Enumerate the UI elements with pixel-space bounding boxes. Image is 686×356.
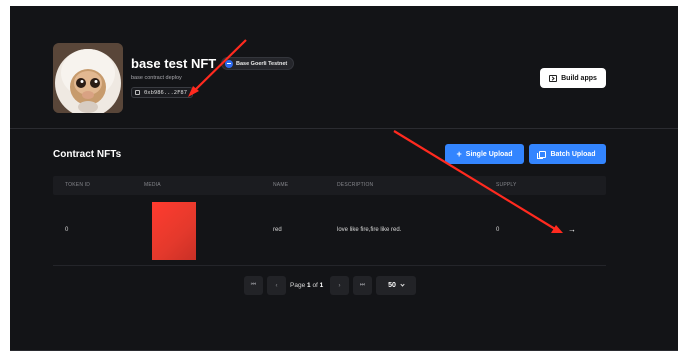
nft-media-thumbnail [152,202,196,260]
batch-upload-label: Batch Upload [550,150,596,158]
current-page: 1 [307,282,311,289]
header-divider [10,128,678,129]
page-indicator: Page 1 of 1 [290,282,323,289]
base-network-icon [225,59,233,68]
cell-token-id: 0 [65,227,69,233]
copy-icon[interactable] [135,90,140,95]
page-size-value: 50 [388,282,396,289]
column-header-description[interactable]: DESCRIPTION [337,182,373,188]
contract-address-chip[interactable]: 0xb986...2F87 [131,87,194,98]
section-title: Contract NFTs [53,149,122,160]
network-badge: Base Goerli Testnet [221,57,295,70]
cell-description: love like fire,fire like red. [337,227,402,233]
next-page-button[interactable]: › [330,276,349,295]
table-header: TOKEN ID MEDIA NAME DESCRIPTION SUPPLY [53,176,606,195]
table-row[interactable]: 0 red love like fire,fire like red. 0 → [53,196,606,266]
build-apps-button[interactable]: Build apps [540,68,606,88]
column-header-media[interactable]: MEDIA [144,182,161,188]
window-edge [10,350,678,351]
contract-address: 0xb986...2F87 [144,89,188,96]
batch-upload-button[interactable]: Batch Upload [529,144,606,164]
arrow-right-icon[interactable]: → [568,225,576,234]
total-pages: 1 [319,282,324,289]
page-label: Page [290,282,306,289]
column-header-name[interactable]: NAME [273,182,288,188]
network-label: Base Goerli Testnet [236,60,288,67]
plus-icon: + [456,148,462,159]
contract-description: base contract deploy [131,75,182,81]
chevron-down-icon [400,282,405,287]
contract-avatar [53,43,123,113]
previous-page-button[interactable]: ‹ [267,276,286,295]
column-header-supply[interactable]: SUPPLY [496,182,517,188]
first-page-button[interactable]: ⏮ [244,276,263,295]
cell-supply: 0 [496,227,500,233]
of-label: of [312,282,318,289]
terminal-icon [549,74,558,82]
page-size-select[interactable]: 50 [376,276,416,295]
single-upload-label: Single Upload [465,150,513,158]
single-upload-button[interactable]: + Single Upload [445,144,524,164]
column-header-token-id[interactable]: TOKEN ID [65,182,90,188]
contract-name: base test NFT [131,56,217,71]
cell-name: red [273,227,282,233]
layers-icon [537,150,547,159]
build-apps-label: Build apps [561,74,597,82]
last-page-button[interactable]: ⏭ [353,276,372,295]
